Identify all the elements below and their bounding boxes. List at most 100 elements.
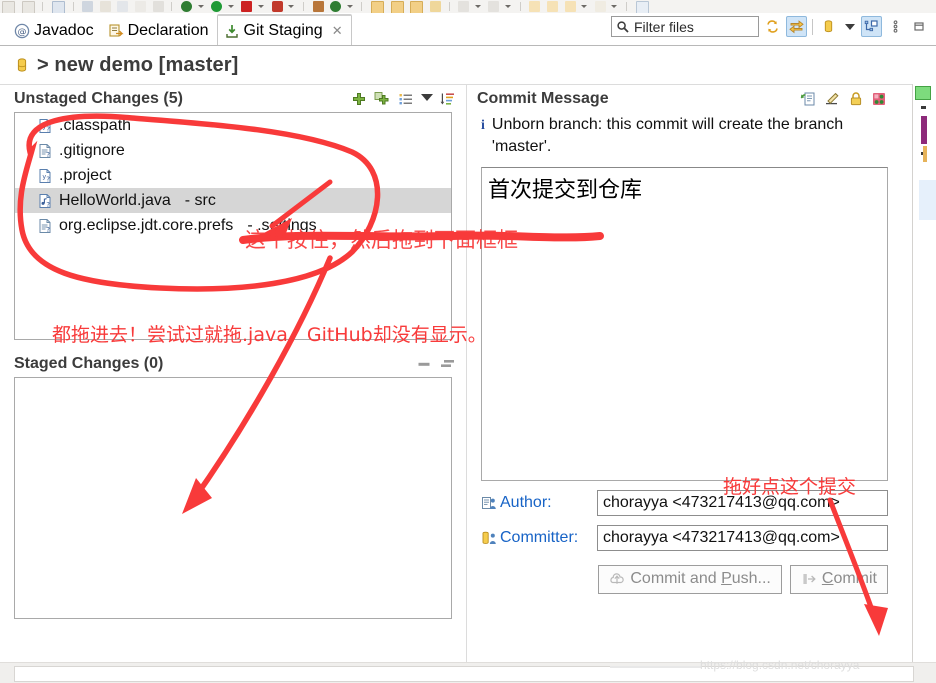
tab-javadoc-label: Javadoc	[34, 22, 94, 39]
jump-icon[interactable]	[594, 1, 606, 12]
pencil-icon[interactable]	[429, 1, 441, 12]
list-item[interactable]: ? HelloWorld.java - src	[15, 188, 451, 213]
chevron-down-icon[interactable]	[474, 5, 481, 8]
commit-and-push-label: Commit and Push...	[630, 570, 771, 588]
unstaged-changes-list[interactable]: y ? .classpath ? .gitignore y ? .project…	[14, 112, 452, 340]
commit-message-title: Commit Message	[477, 90, 609, 107]
author-field[interactable]: chorayya <473217413@qq.com>	[597, 489, 888, 516]
chevron-down-icon[interactable]	[197, 5, 204, 8]
view-toolbar: Filter files	[611, 16, 930, 37]
validate-icon[interactable]	[330, 1, 342, 12]
list-item-path: - .settings	[247, 216, 317, 234]
committer-icon	[481, 530, 497, 546]
run-icon[interactable]	[211, 1, 223, 12]
javadoc-icon: @	[14, 23, 30, 39]
svg-text:?: ?	[46, 201, 50, 209]
search-input-value: Filter files	[634, 18, 694, 35]
coverage-icon[interactable]	[241, 1, 253, 12]
tab-git-staging[interactable]: Git Staging ✕	[216, 14, 352, 45]
minimize-view-icon[interactable]	[909, 16, 930, 37]
open-book-icon[interactable]	[312, 1, 324, 12]
staged-changes-list[interactable]	[14, 377, 452, 619]
unborn-branch-info: i Unborn branch: this commit will create…	[467, 112, 913, 159]
sort-icon[interactable]	[440, 91, 456, 107]
chevron-down-icon[interactable]	[505, 5, 511, 8]
list-item[interactable]: y ? .classpath	[15, 113, 451, 138]
presentation-dropdown-caret[interactable]	[421, 94, 433, 101]
remove-all-from-index-icon[interactable]	[439, 356, 456, 372]
chevron-down-icon[interactable]	[581, 5, 588, 8]
presentation-icon[interactable]	[861, 16, 882, 37]
new-java-class-icon[interactable]	[458, 1, 470, 12]
external-tools-icon[interactable]	[99, 1, 111, 12]
sign-off-icon[interactable]	[824, 91, 841, 107]
commit-message-header: Commit Message	[467, 85, 913, 112]
list-item[interactable]: ? .gitignore	[15, 138, 451, 163]
close-icon[interactable]: ✕	[332, 23, 343, 39]
view-menu-icon[interactable]	[885, 16, 906, 37]
new-wizard-icon[interactable]	[117, 1, 129, 12]
xml-file-icon: y ?	[37, 168, 53, 184]
commit-button[interactable]: Commit	[789, 564, 888, 594]
forward-icon[interactable]	[546, 1, 558, 12]
toolbar-separator	[72, 2, 74, 11]
commit-and-push-button[interactable]: Commit and Push...	[598, 564, 782, 594]
list-item-label: .gitignore	[59, 141, 125, 159]
sliver-marker-dark	[921, 106, 926, 109]
chevron-down-icon[interactable]	[346, 5, 353, 8]
toolbar-separator	[519, 2, 521, 11]
chevron-down-icon[interactable]	[845, 23, 855, 30]
sliver-highlight	[919, 180, 936, 220]
changes-pane: Unstaged Changes (5) y ? .classpath ? .g…	[0, 84, 466, 663]
add-change-id-icon[interactable]	[871, 91, 887, 107]
adjacent-view-sliver	[912, 84, 936, 662]
list-item-label: .project	[59, 166, 112, 184]
chevron-down-icon[interactable]	[227, 5, 234, 8]
add-all-to-index-icon[interactable]	[374, 91, 391, 107]
list-item[interactable]: y ? .project	[15, 163, 451, 188]
chevron-down-icon[interactable]	[288, 5, 295, 8]
sign-commit-icon[interactable]	[848, 91, 864, 107]
search-input[interactable]: Filter files	[611, 16, 759, 37]
link-selection-icon[interactable]	[786, 16, 807, 37]
chevron-down-icon[interactable]	[611, 5, 618, 8]
forward-2-icon[interactable]	[564, 1, 576, 12]
xml-file-icon: y ?	[37, 118, 53, 134]
committer-value: chorayya <473217413@qq.com>	[603, 528, 840, 546]
eclipse-main-toolbar[interactable]	[0, 0, 936, 14]
add-to-index-icon[interactable]	[351, 91, 367, 107]
list-presentation-icon[interactable]	[398, 91, 414, 107]
sliver-marker-orange	[923, 146, 927, 162]
new-window-icon[interactable]	[135, 1, 146, 12]
repository-icon[interactable]	[818, 16, 839, 37]
svg-text:?: ?	[46, 151, 50, 159]
staged-changes-title: Staged Changes (0)	[14, 355, 164, 372]
pause-icon[interactable]	[152, 1, 164, 12]
sliver-marker-purple	[921, 116, 927, 144]
committer-label: Committer:	[500, 528, 579, 546]
tab-javadoc[interactable]: @ Javadoc	[8, 17, 102, 45]
git-staging-body: Unstaged Changes (5) y ? .classpath ? .g…	[0, 84, 936, 663]
git-staging-icon	[224, 23, 240, 39]
search-icon	[616, 20, 630, 34]
remove-from-index-icon[interactable]	[416, 356, 432, 372]
toolbar-separator	[448, 2, 450, 11]
toolbar-separator	[302, 2, 304, 11]
refresh-icon[interactable]	[762, 16, 783, 37]
committer-field[interactable]: chorayya <473217413@qq.com>	[597, 524, 888, 551]
debug-red-icon[interactable]	[271, 1, 283, 12]
toolbar-separator	[42, 2, 44, 11]
next-annotation-icon[interactable]	[82, 1, 94, 12]
back-icon[interactable]	[529, 1, 541, 12]
commit-button-row: Commit and Push... Commit	[481, 564, 888, 594]
toolbar-separator	[812, 18, 813, 35]
view-tabs: @ Javadoc Declaration Git Staging ✕	[8, 13, 352, 45]
commit-message-input[interactable]: 首次提交到仓库	[481, 166, 888, 481]
amend-commit-icon[interactable]	[800, 91, 817, 107]
new-package-icon[interactable]	[488, 1, 500, 12]
chevron-down-icon[interactable]	[258, 5, 264, 8]
watermark: https://blog.csdn.net/chorayya	[700, 658, 860, 672]
debug-icon[interactable]	[180, 1, 192, 12]
list-item[interactable]: ? org.eclipse.jdt.core.prefs - .settings	[15, 213, 451, 238]
tab-declaration[interactable]: Declaration	[102, 17, 217, 45]
